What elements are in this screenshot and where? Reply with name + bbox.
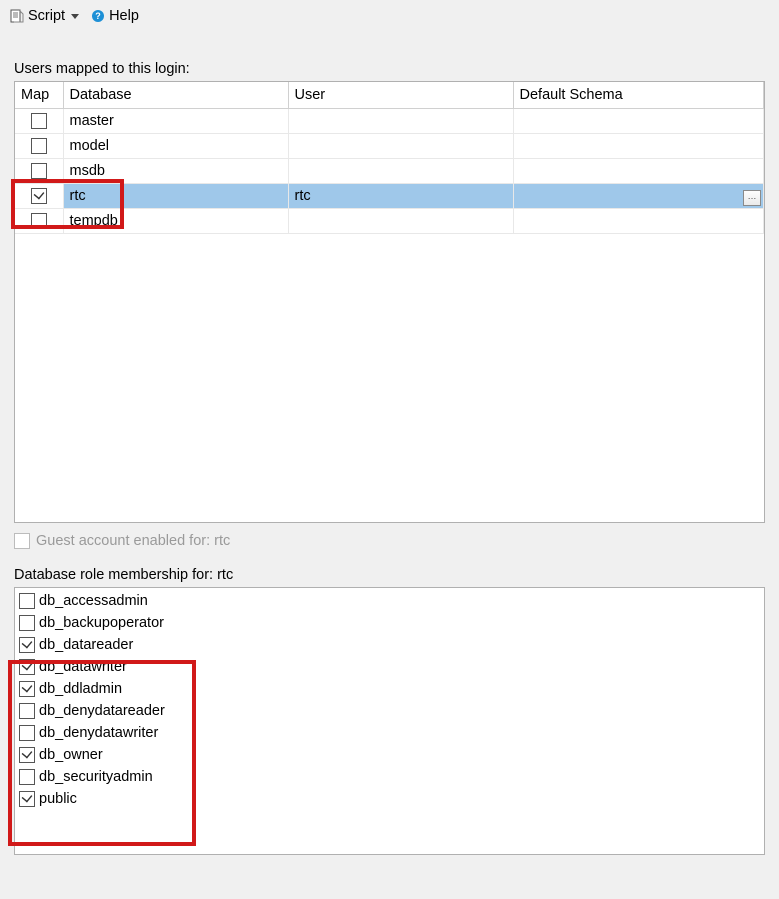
schema-cell[interactable]: [513, 109, 764, 134]
role-checkbox[interactable]: [19, 725, 35, 741]
database-cell[interactable]: model: [63, 134, 288, 159]
guest-account-row: Guest account enabled for: rtc: [14, 533, 765, 549]
role-item[interactable]: db_datareader: [15, 634, 764, 656]
role-item[interactable]: db_owner: [15, 744, 764, 766]
table-row[interactable]: msdb: [15, 159, 764, 184]
help-label: Help: [109, 8, 139, 24]
user-cell[interactable]: [288, 109, 513, 134]
role-checkbox[interactable]: [19, 681, 35, 697]
role-item[interactable]: db_denydatareader: [15, 700, 764, 722]
role-item[interactable]: db_ddladmin: [15, 678, 764, 700]
table-row[interactable]: tempdb: [15, 209, 764, 234]
dropdown-arrow-icon: [71, 14, 79, 19]
col-default-schema[interactable]: Default Schema: [513, 82, 764, 109]
map-checkbox[interactable]: [31, 113, 47, 129]
role-label: db_datawriter: [39, 659, 127, 675]
schema-cell[interactable]: [513, 159, 764, 184]
guest-checkbox: [14, 533, 30, 549]
role-label: db_securityadmin: [39, 769, 153, 785]
col-database[interactable]: Database: [63, 82, 288, 109]
role-checkbox[interactable]: [19, 791, 35, 807]
table-row[interactable]: master: [15, 109, 764, 134]
role-item[interactable]: db_accessadmin: [15, 590, 764, 612]
col-map[interactable]: Map: [15, 82, 63, 109]
grid-header-row: Map Database User Default Schema: [15, 82, 764, 109]
role-label: db_accessadmin: [39, 593, 148, 609]
role-item[interactable]: db_denydatawriter: [15, 722, 764, 744]
role-item[interactable]: db_datawriter: [15, 656, 764, 678]
schema-cell[interactable]: [513, 134, 764, 159]
script-icon: [10, 9, 24, 23]
map-checkbox[interactable]: [31, 163, 47, 179]
role-checkbox[interactable]: [19, 769, 35, 785]
database-cell[interactable]: master: [63, 109, 288, 134]
toolbar: Script ? Help: [0, 0, 779, 33]
schema-cell[interactable]: [513, 209, 764, 234]
roles-label: Database role membership for: rtc: [14, 567, 765, 583]
role-checkbox[interactable]: [19, 637, 35, 653]
database-cell[interactable]: msdb: [63, 159, 288, 184]
role-checkbox[interactable]: [19, 703, 35, 719]
role-checkbox[interactable]: [19, 747, 35, 763]
schema-cell[interactable]: …: [513, 184, 764, 209]
map-checkbox[interactable]: [31, 188, 47, 204]
role-label: db_denydatawriter: [39, 725, 158, 741]
help-icon: ?: [91, 9, 105, 23]
role-label: db_denydatareader: [39, 703, 165, 719]
role-label: db_datareader: [39, 637, 133, 653]
map-checkbox[interactable]: [31, 138, 47, 154]
help-button[interactable]: ? Help: [87, 6, 143, 26]
col-user[interactable]: User: [288, 82, 513, 109]
script-button[interactable]: Script: [6, 6, 83, 26]
table-row[interactable]: rtcrtc …: [15, 184, 764, 209]
role-item[interactable]: db_backupoperator: [15, 612, 764, 634]
roles-list[interactable]: db_accessadmin db_backupoperator db_datare…: [14, 587, 765, 855]
role-item[interactable]: public: [15, 788, 764, 810]
role-checkbox[interactable]: [19, 615, 35, 631]
role-label: db_ddladmin: [39, 681, 122, 697]
role-checkbox[interactable]: [19, 659, 35, 675]
table-row[interactable]: model: [15, 134, 764, 159]
users-mapped-label: Users mapped to this login:: [14, 61, 765, 77]
svg-text:?: ?: [95, 11, 101, 21]
users-mapped-grid[interactable]: Map Database User Default Schema masterm…: [14, 81, 765, 523]
user-cell[interactable]: [288, 209, 513, 234]
user-cell[interactable]: [288, 159, 513, 184]
role-checkbox[interactable]: [19, 593, 35, 609]
role-label: public: [39, 791, 77, 807]
role-item[interactable]: db_securityadmin: [15, 766, 764, 788]
database-cell[interactable]: rtc: [63, 184, 288, 209]
script-label: Script: [28, 8, 65, 24]
user-cell[interactable]: [288, 134, 513, 159]
role-label: db_owner: [39, 747, 103, 763]
schema-browse-button[interactable]: …: [743, 190, 761, 206]
database-cell[interactable]: tempdb: [63, 209, 288, 234]
role-label: db_backupoperator: [39, 615, 164, 631]
map-checkbox[interactable]: [31, 213, 47, 229]
user-cell[interactable]: rtc: [288, 184, 513, 209]
guest-label: Guest account enabled for: rtc: [36, 533, 230, 549]
